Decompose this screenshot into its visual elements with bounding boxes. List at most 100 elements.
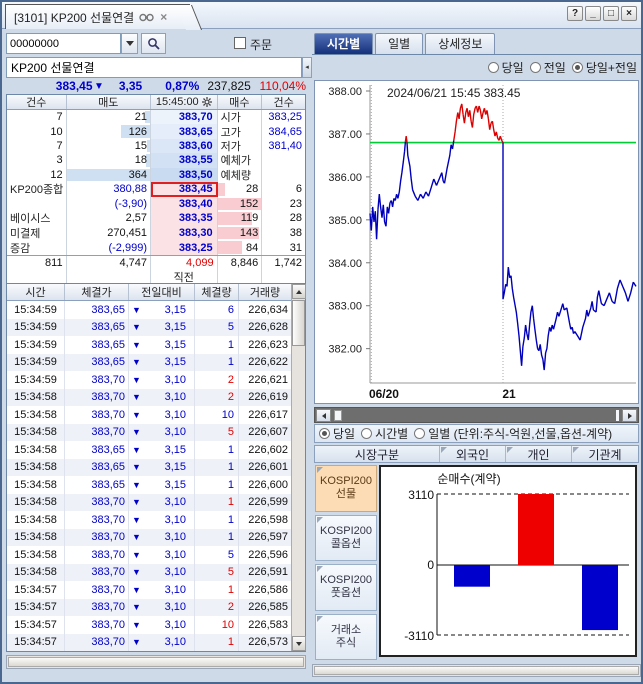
tick-row[interactable]: 15:34:59383,65▼3,151226,623: [7, 336, 293, 354]
tick-row[interactable]: 15:34:58383,70▼3,101226,599: [7, 494, 293, 512]
market-type-button-3[interactable]: 거래소주식: [315, 614, 377, 661]
tick-cum-volume: 226,607: [239, 424, 291, 442]
tick-row[interactable]: 15:34:58383,70▼3,105226,591: [7, 564, 293, 582]
order-book-row[interactable]: (-3,90)383,4015223: [7, 197, 305, 212]
radio-icon[interactable]: [319, 428, 330, 439]
ask-price[interactable]: 383,50: [151, 168, 218, 182]
radio-icon[interactable]: [414, 428, 425, 439]
search-button[interactable]: [141, 33, 166, 54]
bid-price[interactable]: 383,45: [151, 182, 218, 197]
col-volume: 거래량: [239, 284, 291, 300]
chart-horizontal-scrollbar[interactable]: [314, 407, 639, 423]
svg-text:386.00: 386.00: [328, 172, 362, 184]
tick-row[interactable]: 15:34:57383,70▼3,102226,585: [7, 599, 293, 617]
tab-timewise[interactable]: 시간별: [314, 33, 373, 54]
order-book-row[interactable]: 10126383,65고가384,65: [7, 124, 305, 138]
tick-row[interactable]: 15:34:57383,70▼3,1010226,583: [7, 616, 293, 634]
tick-quantity: 5: [195, 319, 239, 337]
tick-row[interactable]: 15:34:58383,70▼3,102226,619: [7, 389, 293, 407]
order-checkbox[interactable]: [234, 37, 246, 49]
close-button[interactable]: ×: [621, 6, 637, 21]
radio-chart-period-1[interactable]: 전일: [530, 59, 566, 76]
tick-row[interactable]: 15:34:57383,70▼3,101226,573: [7, 634, 293, 652]
tick-row[interactable]: 15:34:58383,70▼3,105226,607: [7, 424, 293, 442]
tick-time: 15:34:57: [7, 581, 65, 599]
code-dropdown-button[interactable]: [121, 33, 138, 54]
tab-close-icon[interactable]: ×: [160, 10, 167, 24]
radio-chart-period-2[interactable]: 당일+전일: [572, 59, 637, 76]
order-book-row[interactable]: 12364383,50예체량: [7, 168, 305, 182]
scrollbar-thumb[interactable]: [292, 300, 305, 346]
tick-row[interactable]: 15:34:59383,65▼3,151226,622: [7, 354, 293, 372]
stat-value: 270,451: [67, 226, 151, 241]
header-institutions[interactable]: 기관계: [572, 446, 638, 462]
order-book-row[interactable]: 715383,60저가381,40: [7, 139, 305, 153]
code-input[interactable]: [6, 33, 121, 54]
order-book-row[interactable]: KP200종합380,88383,45286: [7, 182, 305, 197]
ask-price[interactable]: 383,70: [151, 110, 218, 124]
instrument-name-field[interactable]: [6, 57, 302, 78]
order-book-row[interactable]: 721383,70시가383,25: [7, 110, 305, 124]
bid-price[interactable]: 383,25: [151, 240, 218, 255]
order-book-row[interactable]: 베이시스2,57383,3511928: [7, 211, 305, 226]
tick-row[interactable]: 15:34:58383,70▼3,101226,598: [7, 511, 293, 529]
header-individuals[interactable]: 개인: [506, 446, 572, 462]
market-type-button-1[interactable]: KOSPI200콜옵션: [315, 515, 377, 562]
bar-외국인: [454, 565, 490, 587]
ask-price[interactable]: 383,55: [151, 153, 218, 167]
radio-investor-period-1[interactable]: 시간별: [361, 425, 408, 442]
tab-detail-info[interactable]: 상세정보: [425, 33, 495, 54]
header-foreigners[interactable]: 외국인: [440, 446, 506, 462]
tick-change: ▼3,10: [129, 581, 195, 599]
ticks-horizontal-scrollbar[interactable]: [6, 655, 306, 669]
help-button[interactable]: ?: [567, 6, 583, 21]
tick-price: 383,70: [65, 581, 129, 599]
scroll-up-button[interactable]: [292, 284, 306, 299]
ask-price[interactable]: 383,60: [151, 139, 218, 153]
tick-row[interactable]: 15:34:58383,70▼3,105226,596: [7, 546, 293, 564]
tick-row[interactable]: 15:34:58383,65▼3,151226,602: [7, 441, 293, 459]
tick-row[interactable]: 15:34:59383,65▼3,156226,634: [7, 301, 293, 319]
radio-icon[interactable]: [572, 62, 583, 73]
svg-text:2024/06/21 15:45 383.45: 2024/06/21 15:45 383.45: [387, 86, 521, 100]
chart-scrollbar-thumb[interactable]: [334, 410, 342, 421]
order-book-row[interactable]: 미결제270,451383,3014338: [7, 226, 305, 241]
tick-row[interactable]: 15:34:58383,70▼3,101226,597: [7, 529, 293, 547]
tab-daily[interactable]: 일별: [375, 33, 423, 54]
tick-row[interactable]: 15:34:57383,70▼3,101226,586: [7, 581, 293, 599]
name-field-collapse-button[interactable]: ◂: [302, 57, 312, 78]
bottom-right-scrollbar[interactable]: [312, 664, 641, 677]
tick-change: ▼3,10: [129, 634, 195, 652]
tick-change: ▼3,10: [129, 599, 195, 617]
maximize-button[interactable]: □: [603, 6, 619, 21]
order-book-row[interactable]: 318383,55예체가: [7, 153, 305, 167]
minimize-button[interactable]: _: [585, 6, 601, 21]
order-book-row[interactable]: 증감(-2,999)383,258431: [7, 240, 305, 255]
radio-icon[interactable]: [488, 62, 499, 73]
tick-time: 15:34:59: [7, 371, 65, 389]
bid-price[interactable]: 383,40: [151, 197, 218, 212]
radio-icon[interactable]: [530, 62, 541, 73]
window-title-tab[interactable]: [3101] KP200 선물연결 ×: [5, 4, 190, 29]
buy-count: 31: [262, 240, 305, 255]
scroll-down-button[interactable]: [292, 636, 306, 651]
ask-price[interactable]: 383,65: [151, 124, 218, 138]
tick-row[interactable]: 15:34:59383,65▼3,155226,628: [7, 319, 293, 337]
market-type-button-0[interactable]: KOSPI200선물: [315, 465, 377, 512]
ticks-vertical-scrollbar[interactable]: [291, 284, 305, 651]
price-chart: 388.00387.00386.00385.00384.00383.00382.…: [314, 80, 639, 404]
gear-icon[interactable]: [202, 97, 212, 107]
bid-price[interactable]: 383,30: [151, 226, 218, 241]
radio-icon[interactable]: [361, 428, 372, 439]
tick-row[interactable]: 15:34:58383,70▼3,1010226,617: [7, 406, 293, 424]
radio-chart-period-0[interactable]: 당일: [488, 59, 524, 76]
tick-row[interactable]: 15:34:58383,65▼3,151226,600: [7, 476, 293, 494]
radio-investor-period-2[interactable]: 일별 (단위:주식-억원,선물,옵션-계약): [414, 425, 612, 442]
bid-price[interactable]: 383,35: [151, 211, 218, 226]
radio-investor-period-0[interactable]: 당일: [319, 425, 355, 442]
chart-scroll-right-button[interactable]: [622, 409, 637, 422]
chart-scroll-left-button[interactable]: [316, 409, 331, 422]
tick-row[interactable]: 15:34:59383,70▼3,102226,621: [7, 371, 293, 389]
market-type-button-2[interactable]: KOSPI200풋옵션: [315, 564, 377, 611]
tick-row[interactable]: 15:34:58383,65▼3,151226,601: [7, 459, 293, 477]
